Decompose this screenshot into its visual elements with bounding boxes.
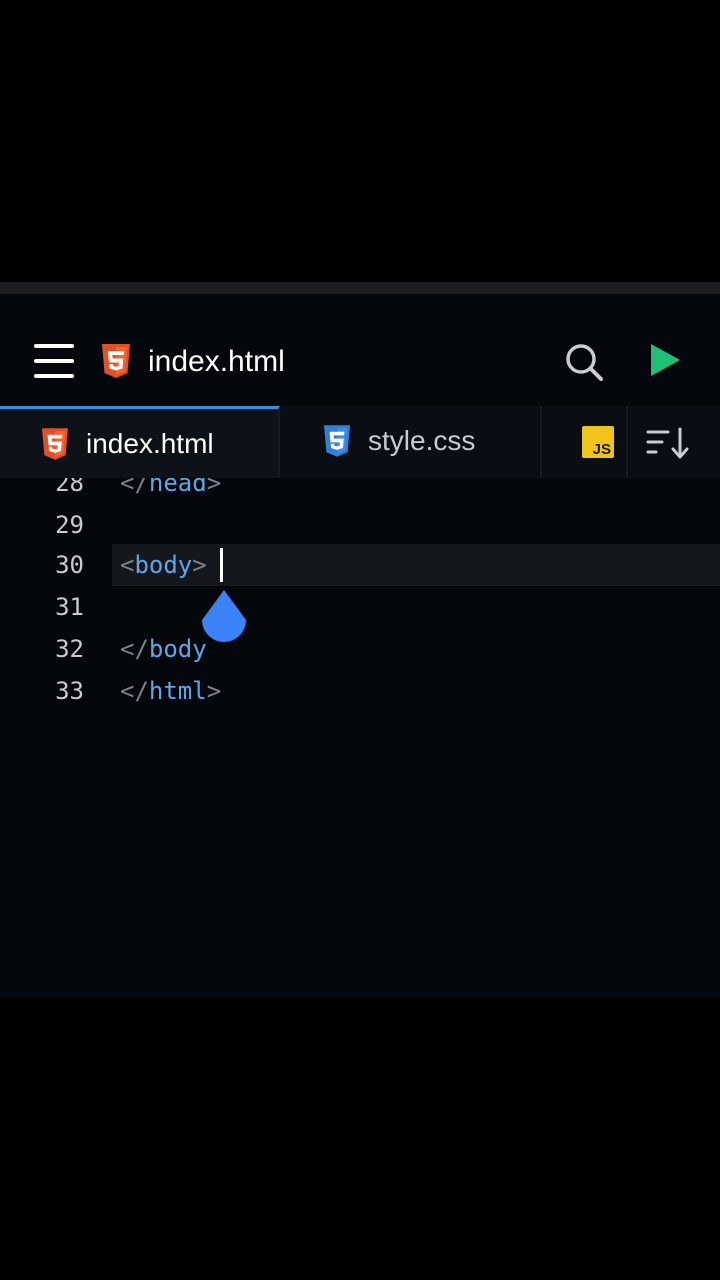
code-line: 33 </html> bbox=[0, 670, 720, 712]
line-number: 29 bbox=[55, 511, 84, 539]
cursor-drag-handle[interactable] bbox=[194, 586, 254, 656]
html5-icon bbox=[42, 428, 68, 460]
code-tag: html bbox=[148, 677, 207, 705]
code-tag: head bbox=[148, 478, 207, 497]
line-number: 28 bbox=[55, 478, 84, 497]
text-cursor bbox=[220, 548, 223, 582]
js-badge-label: JS bbox=[593, 441, 611, 458]
code-editor-app: index.html index.html style.css JS 28 </… bbox=[0, 282, 720, 998]
code-punct: </ bbox=[120, 635, 149, 663]
js-icon: JS bbox=[582, 426, 614, 458]
code-punct: > bbox=[192, 551, 207, 579]
code-line: 32 </body bbox=[0, 628, 720, 670]
sort-descending-icon[interactable] bbox=[646, 426, 690, 460]
line-code: </html> bbox=[120, 670, 221, 712]
tab-label: style.css bbox=[368, 425, 476, 456]
toolbar: index.html bbox=[0, 294, 720, 406]
file-tabs: index.html style.css JS bbox=[0, 406, 720, 479]
line-number: 30 bbox=[55, 551, 84, 579]
tab-script-js[interactable]: JS bbox=[542, 406, 628, 478]
line-number: 33 bbox=[55, 677, 84, 705]
code-punct: > bbox=[206, 478, 222, 497]
code-line: 30 <body> bbox=[0, 544, 720, 586]
line-number: 31 bbox=[55, 593, 84, 621]
code-line: 29 bbox=[0, 504, 720, 546]
code-punct: > bbox=[206, 677, 222, 705]
line-code: <body> bbox=[120, 544, 207, 586]
code-line: 28 </head> bbox=[0, 478, 720, 504]
hamburger-menu-icon[interactable] bbox=[34, 344, 74, 378]
css3-icon bbox=[324, 425, 350, 457]
line-code: </head> bbox=[120, 478, 221, 504]
code-punct: </ bbox=[120, 478, 149, 497]
status-strip bbox=[0, 282, 720, 294]
search-icon[interactable] bbox=[564, 342, 604, 382]
code-punct: </ bbox=[120, 677, 149, 705]
play-icon[interactable] bbox=[648, 342, 682, 378]
tab-style-css[interactable]: style.css bbox=[282, 406, 542, 478]
code-area[interactable]: 28 </head> 29 30 <body> 31 32 </body 33 … bbox=[0, 478, 720, 998]
code-tag: body bbox=[134, 551, 193, 579]
tab-index-html[interactable]: index.html bbox=[0, 406, 280, 478]
html5-icon bbox=[102, 344, 130, 378]
line-number: 32 bbox=[55, 635, 84, 663]
code-line: 31 bbox=[0, 586, 720, 628]
code-punct: < bbox=[120, 551, 135, 579]
tab-label: index.html bbox=[86, 428, 214, 459]
file-title: index.html bbox=[148, 345, 285, 378]
